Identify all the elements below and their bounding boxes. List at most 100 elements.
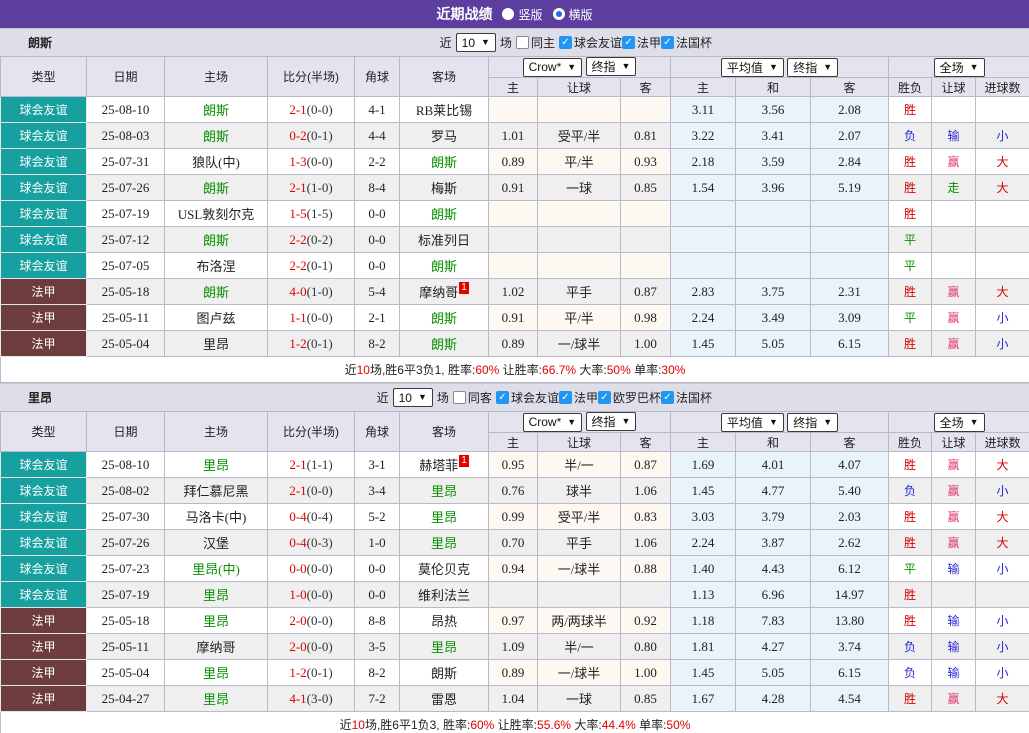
chevron-down-icon: ▼: [969, 61, 979, 72]
away-team-link[interactable]: 雷恩: [399, 685, 489, 712]
home-team-link[interactable]: 图卢兹: [164, 304, 268, 331]
league-checkbox[interactable]: ✓ 法国杯: [660, 389, 712, 406]
league-checkbox[interactable]: ✓ 球会友谊: [558, 34, 622, 51]
final-index-select[interactable]: 终指 ▼: [787, 412, 839, 432]
match-type-badge: 球会友谊: [0, 174, 87, 201]
odds-source-select[interactable]: Crow* ▼: [522, 57, 583, 77]
team-name: 里昂: [28, 391, 53, 405]
goals-result-cell: 小: [975, 477, 1029, 504]
average-select[interactable]: 平均值 ▼: [720, 57, 784, 77]
handicap-odds-group: Crow* ▼ 终指 ▼: [487, 56, 672, 78]
away-team-link[interactable]: 梅斯: [399, 174, 489, 201]
score-cell: 2-0(0-0): [267, 633, 355, 660]
checkbox-checked-icon: ✓: [621, 36, 635, 49]
home-team-link[interactable]: 朗斯: [164, 278, 268, 305]
home-team-link[interactable]: USL敦刻尔克: [164, 200, 268, 227]
home-team-link[interactable]: 摩纳哥: [164, 633, 268, 660]
home-team-link[interactable]: 汉堡: [164, 529, 268, 556]
checkbox-checked-icon: ✓: [597, 391, 611, 404]
match-date: 25-05-18: [86, 278, 165, 305]
league-checkbox[interactable]: ✓ 球会友谊: [495, 389, 559, 406]
odds-source-select[interactable]: Crow* ▼: [522, 412, 583, 432]
home-team-link[interactable]: 布洛涅: [164, 252, 268, 279]
league-checkbox[interactable]: ✓ 欧罗巴杯: [597, 389, 661, 406]
col-odds-away: 客: [619, 432, 672, 452]
result-group: 全场 ▼: [888, 411, 1029, 433]
final-index-select[interactable]: 终指 ▼: [585, 412, 637, 432]
handicap-line: [537, 200, 621, 227]
full-match-select[interactable]: 全场 ▼: [933, 57, 985, 77]
away-team-link[interactable]: 摩纳哥 1: [399, 278, 489, 305]
away-team-link[interactable]: RB莱比锡: [399, 96, 489, 123]
away-team-link[interactable]: 朗斯: [399, 330, 489, 357]
same-away-checkbox[interactable]: 同客: [452, 389, 492, 406]
match-row: 球会友谊 25-07-30 马洛卡(中) 0-4(0-4) 5-2 里昂 0.9…: [0, 503, 1029, 530]
league-checkbox[interactable]: ✓ 法国杯: [660, 34, 712, 51]
away-team-link[interactable]: 里昂: [399, 529, 489, 556]
recent-count-select[interactable]: 10 ▼: [392, 388, 433, 407]
europe-odds-group: 平均值 ▼ 终指 ▼: [670, 56, 890, 78]
home-team-link[interactable]: 拜仁慕尼黑: [164, 477, 268, 504]
final-index-select[interactable]: 终指 ▼: [585, 57, 637, 77]
final-index-select[interactable]: 终指 ▼: [787, 57, 839, 77]
match-row: 法甲 25-05-11 摩纳哥 2-0(0-0) 3-5 里昂 1.09 半/一…: [0, 633, 1029, 660]
away-team-link[interactable]: 朗斯: [399, 252, 489, 279]
recent-count-select[interactable]: 10 ▼: [455, 33, 496, 52]
home-team-link[interactable]: 里昂: [164, 685, 268, 712]
home-team-link[interactable]: 狼队(中): [164, 148, 268, 175]
home-team-link[interactable]: 里昂: [164, 607, 268, 634]
away-team-link[interactable]: 罗马: [399, 122, 489, 149]
table-head: 类型 日期 主场 比分(半场) 角球 客场 Crow* ▼ 终指 ▼ 平均值 ▼ 终指…: [0, 411, 1029, 452]
away-team-link[interactable]: 里昂: [399, 633, 489, 660]
score-cell: 1-2(0-1): [267, 330, 355, 357]
col-score: 比分(半场): [267, 411, 355, 452]
home-team-link[interactable]: 朗斯: [164, 174, 268, 201]
same-home-checkbox[interactable]: 同主: [515, 34, 555, 51]
home-team-link[interactable]: 朗斯: [164, 96, 268, 123]
away-team-link[interactable]: 朗斯: [399, 659, 489, 686]
home-team-link[interactable]: 里昂: [164, 581, 268, 608]
away-team-link[interactable]: 赫塔菲 1: [399, 451, 489, 478]
score-cell: 2-2(0-2): [267, 226, 355, 253]
league-checkbox[interactable]: ✓ 法甲: [621, 34, 661, 51]
col-corner: 角球: [354, 56, 400, 97]
avg-odds-home: 1.67: [670, 685, 737, 712]
league-filter-checkboxes: ✓ 球会友谊 ✓ 法甲 ✓ 法国杯: [558, 34, 712, 51]
home-team-link[interactable]: 马洛卡(中): [164, 503, 268, 530]
avg-odds-away: 5.40: [810, 477, 890, 504]
away-team-link[interactable]: 维利法兰: [399, 581, 489, 608]
layout-radio-horizontal[interactable]: 横版: [552, 6, 593, 23]
average-select[interactable]: 平均值 ▼: [720, 412, 784, 432]
score-cell: 1-0(0-0): [267, 581, 355, 608]
full-match-select[interactable]: 全场 ▼: [933, 412, 985, 432]
away-team-link[interactable]: 里昂: [399, 503, 489, 530]
league-checkbox[interactable]: ✓ 法甲: [558, 389, 598, 406]
avg-odds-home: 1.45: [670, 477, 737, 504]
home-team-link[interactable]: 朗斯: [164, 122, 268, 149]
handicap-odds-away: 0.98: [619, 304, 672, 331]
home-team-link[interactable]: 里昂: [164, 330, 268, 357]
home-team-link[interactable]: 里昂(中): [164, 555, 268, 582]
match-type-badge: 法甲: [0, 330, 87, 357]
handicap-odds-away: 0.85: [619, 174, 672, 201]
goals-result-cell: 小: [975, 607, 1029, 634]
home-team-link[interactable]: 里昂: [164, 659, 268, 686]
away-team-link[interactable]: 朗斯: [399, 304, 489, 331]
away-team-link[interactable]: 朗斯: [399, 148, 489, 175]
match-type-badge: 球会友谊: [0, 451, 87, 478]
handicap-odds-away: 0.81: [619, 122, 672, 149]
away-team-link[interactable]: 标准列日: [399, 226, 489, 253]
away-team-link[interactable]: 昂热: [399, 607, 489, 634]
away-team-link[interactable]: 里昂: [399, 477, 489, 504]
handicap-odds-home: 0.99: [488, 503, 538, 530]
away-team-link[interactable]: 朗斯: [399, 200, 489, 227]
score-cell: 0-4(0-4): [267, 503, 355, 530]
corner-cell: 0-0: [354, 200, 400, 227]
layout-radio-vertical[interactable]: 竖版: [502, 6, 543, 23]
away-team-link[interactable]: 莫伦贝克: [399, 555, 489, 582]
home-team-link[interactable]: 里昂: [164, 451, 268, 478]
goals-result-cell: 小: [975, 633, 1029, 660]
home-team-link[interactable]: 朗斯: [164, 226, 268, 253]
col-handicap-result: 让球: [931, 77, 977, 97]
summary-value: 10: [356, 363, 370, 377]
